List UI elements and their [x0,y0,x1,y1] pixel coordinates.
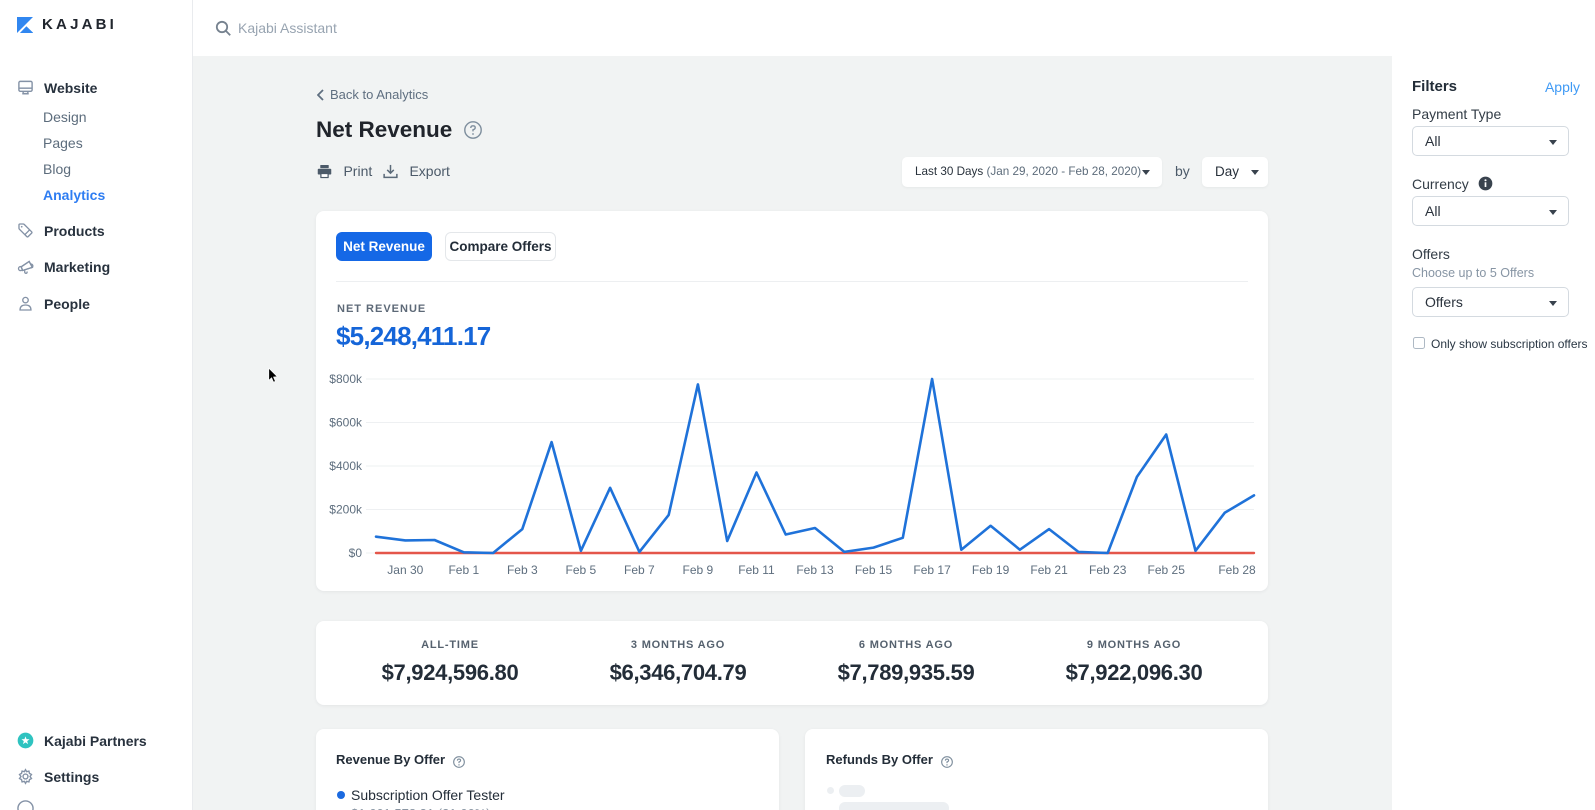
svg-text:Feb 3: Feb 3 [507,563,538,577]
svg-text:$800k: $800k [329,372,363,386]
svg-text:Feb 19: Feb 19 [972,563,1010,577]
svg-text:$600k: $600k [329,416,363,430]
svg-text:Feb 9: Feb 9 [683,563,714,577]
svg-text:Jan 30: Jan 30 [387,563,423,577]
svg-text:Feb 25: Feb 25 [1148,563,1186,577]
svg-text:$400k: $400k [329,459,363,473]
svg-text:Feb 13: Feb 13 [796,563,834,577]
svg-text:Feb 1: Feb 1 [448,563,479,577]
svg-text:Feb 17: Feb 17 [913,563,951,577]
svg-text:Feb 15: Feb 15 [855,563,893,577]
svg-text:$200k: $200k [329,503,363,517]
svg-text:Feb 5: Feb 5 [566,563,597,577]
svg-text:Feb 7: Feb 7 [624,563,655,577]
svg-text:Feb 28: Feb 28 [1218,563,1256,577]
svg-text:Feb 21: Feb 21 [1030,563,1068,577]
svg-text:Feb 23: Feb 23 [1089,563,1127,577]
svg-text:$0: $0 [349,546,363,560]
svg-text:Feb 11: Feb 11 [738,563,775,577]
